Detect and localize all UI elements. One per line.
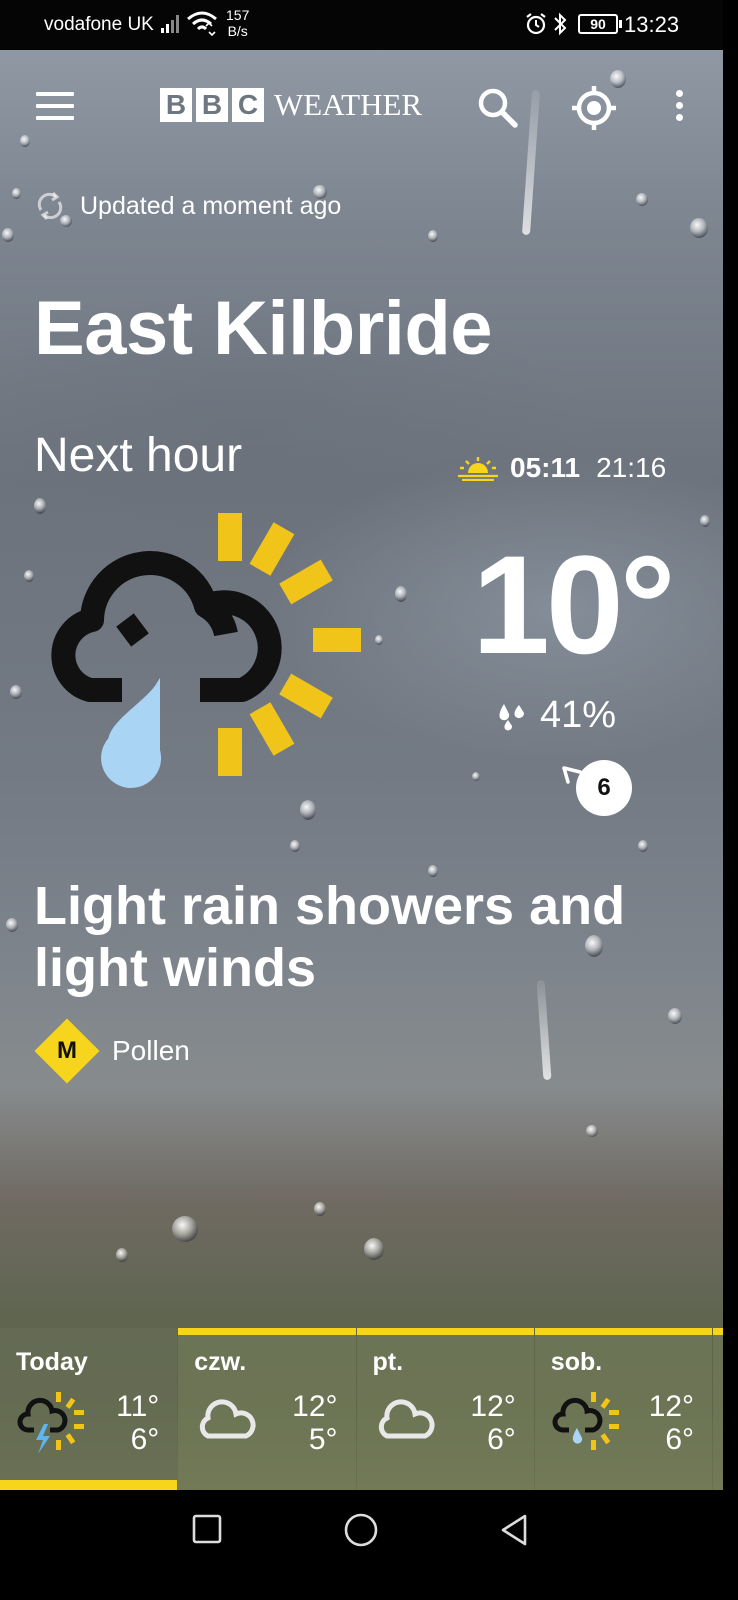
weather-summary: Light rain showers and light winds: [34, 876, 626, 998]
daily-forecast-strip[interactable]: Today 11° 6° czw. 12° 5° pt. 12° 6° sob.…: [0, 1328, 723, 1490]
forecast-day-partial[interactable]: [713, 1328, 723, 1490]
pollen-level-badge: M: [34, 1018, 100, 1084]
day-low-temp: 6°: [665, 1423, 695, 1456]
sunrise-icon: [458, 457, 498, 481]
forecast-day[interactable]: sob. 12° 6°: [534, 1328, 713, 1490]
day-low-temp: 5°: [308, 1423, 338, 1456]
recent-apps-icon[interactable]: [190, 1512, 224, 1546]
system-navigation-bar: [0, 1490, 723, 1600]
updated-text: Updated a moment ago: [80, 191, 342, 220]
current-temperature: 10°: [472, 526, 676, 683]
status-bar: vodafone UK 157 B/s 90 13:23: [0, 0, 723, 50]
alarm-icon: [526, 13, 546, 35]
logo-letter: B: [160, 88, 192, 122]
more-icon: [675, 90, 683, 97]
precipitation-chance: 41%: [494, 694, 616, 737]
cloud-icon: [200, 1399, 256, 1439]
bbc-weather-logo: B B C WEATHER: [160, 87, 422, 123]
network-speed: 157 B/s: [226, 7, 249, 39]
pollen-level: M: [57, 1037, 77, 1064]
raindrops-icon: [499, 703, 524, 730]
speed-unit: B/s: [227, 23, 248, 39]
period-label: Next hour: [34, 429, 243, 482]
day-name: sob.: [550, 1348, 603, 1376]
forecast-day[interactable]: czw. 12° 5°: [178, 1328, 356, 1490]
search-icon[interactable]: [476, 86, 520, 130]
day-name: czw.: [194, 1348, 247, 1376]
forecast-day[interactable]: pt. 12° 6°: [356, 1328, 535, 1490]
menu-button[interactable]: [36, 92, 76, 122]
thunder-sunny-intervals-icon: [17, 1392, 84, 1454]
logo-letter: C: [232, 88, 264, 122]
precipitation-value: 41%: [540, 694, 617, 736]
carrier-name: vodafone UK: [44, 14, 154, 35]
refresh-icon: [37, 191, 63, 221]
bluetooth-icon: [554, 12, 567, 36]
clock: 13:23: [624, 12, 680, 37]
day-low-temp: 6°: [130, 1423, 160, 1456]
day-high-temp: 12°: [292, 1390, 338, 1423]
logo-word: WEATHER: [274, 87, 423, 122]
more-options-button[interactable]: [670, 90, 688, 126]
rain-sunny-intervals-icon: [552, 1392, 619, 1450]
cloud-icon: [378, 1399, 435, 1439]
day-high-temp: 12°: [470, 1390, 516, 1423]
signal-icon: [161, 15, 179, 33]
back-icon[interactable]: [497, 1512, 531, 1548]
menu-icon: [36, 92, 74, 96]
wifi-icon: [187, 11, 217, 36]
location-name: East Kilbride: [34, 286, 493, 371]
pollen-label: Pollen: [112, 1035, 190, 1066]
weather-main-view[interactable]: B B C WEATHER Updated a moment ago East …: [0, 50, 723, 1490]
wind-speed-badge: 6: [576, 760, 632, 816]
sunset-time: 21:16: [596, 452, 667, 483]
update-status[interactable]: Updated a moment ago: [34, 190, 341, 222]
sunrise-time: 05:11: [510, 452, 581, 483]
logo-letter: B: [196, 88, 228, 122]
forecast-day[interactable]: Today 11° 6°: [0, 1328, 178, 1490]
sun-times: 05:11 21:16: [456, 452, 666, 484]
day-name: pt.: [372, 1348, 404, 1376]
day-high-temp: 12°: [648, 1390, 695, 1423]
pollen-indicator[interactable]: M Pollen: [34, 1018, 190, 1084]
day-low-temp: 6°: [487, 1423, 516, 1456]
day-high-temp: 11°: [116, 1390, 160, 1423]
battery-indicator: 90: [578, 14, 622, 34]
day-name: Today: [16, 1348, 88, 1376]
speed-value: 157: [226, 7, 250, 23]
home-icon[interactable]: [343, 1512, 379, 1548]
locate-icon[interactable]: [570, 84, 618, 132]
light-rain-sunny-intervals-icon: [51, 513, 361, 788]
